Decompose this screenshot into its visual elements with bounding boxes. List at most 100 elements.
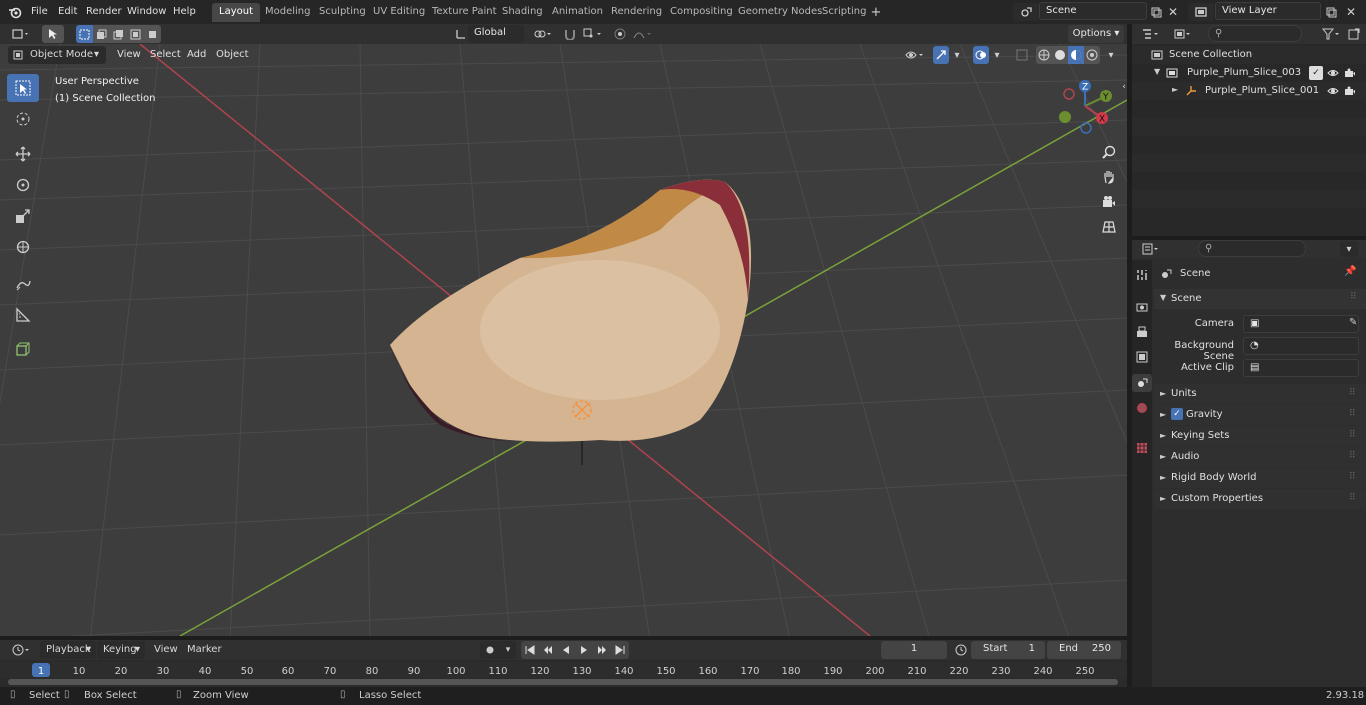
gizmo-dropdown-icon[interactable]: ▾ xyxy=(950,46,964,64)
keying-dropdown[interactable]: Keying ▾ xyxy=(97,641,145,659)
units-panel-header[interactable]: Units xyxy=(1171,388,1197,399)
gizmo-toggle-icon[interactable] xyxy=(933,46,949,64)
preview-range-icon[interactable] xyxy=(952,641,970,659)
auto-key-record-icon[interactable] xyxy=(480,641,500,659)
output-tab-icon[interactable] xyxy=(1134,324,1150,340)
camera-view-icon[interactable] xyxy=(1099,192,1119,212)
drag-handle-icon[interactable]: ⠿ xyxy=(1349,451,1356,461)
menu-help[interactable]: Help xyxy=(173,0,196,24)
shading-material-icon[interactable] xyxy=(1068,46,1084,64)
navigation-gizmo[interactable]: Z Y X xyxy=(1055,76,1115,136)
move-tool-icon[interactable] xyxy=(7,140,39,168)
menu-file[interactable]: File xyxy=(31,0,48,24)
menu-render[interactable]: Render xyxy=(86,0,122,24)
copy-scene-icon[interactable] xyxy=(1148,3,1164,21)
select-box-tool-icon[interactable] xyxy=(7,74,39,102)
expand-arrow-icon[interactable]: ► xyxy=(1160,410,1166,419)
tab-sculpting[interactable]: Sculpting xyxy=(312,3,373,22)
camera-field[interactable]: ▣ xyxy=(1243,315,1359,333)
copy-view-layer-icon[interactable] xyxy=(1323,3,1339,21)
tab-animation[interactable]: Animation xyxy=(545,3,610,22)
tool-tab-icon[interactable] xyxy=(1134,267,1150,283)
shading-wireframe-icon[interactable] xyxy=(1036,46,1052,64)
expand-arrow-icon[interactable]: ► xyxy=(1160,452,1166,461)
expand-arrow-icon[interactable]: ► xyxy=(1160,389,1166,398)
drag-handle-icon[interactable]: ⠿ xyxy=(1350,292,1357,302)
proportional-edit-icon[interactable] xyxy=(612,25,628,43)
camera-icon[interactable] xyxy=(1343,83,1357,99)
transform-tool-icon[interactable] xyxy=(7,233,39,261)
active-clip-field[interactable]: ▤ xyxy=(1243,359,1359,377)
overlays-dropdown-icon[interactable]: ▾ xyxy=(990,46,1004,64)
3d-viewport[interactable] xyxy=(0,44,1127,636)
drag-handle-icon[interactable]: ⠿ xyxy=(1349,493,1356,503)
falloff-icon[interactable] xyxy=(630,25,656,43)
scale-tool-icon[interactable] xyxy=(7,202,39,230)
measure-tool-icon[interactable] xyxy=(7,301,39,329)
eye-icon[interactable] xyxy=(1326,83,1340,99)
timeline-editor-type-icon[interactable] xyxy=(8,641,34,659)
keying-sets-panel-header[interactable]: Keying Sets xyxy=(1171,430,1229,441)
properties-options-icon[interactable]: ▾ xyxy=(1340,241,1358,257)
shading-solid-icon[interactable] xyxy=(1052,46,1068,64)
menu-edit[interactable]: Edit xyxy=(58,0,77,24)
expand-arrow-icon[interactable]: ► xyxy=(1172,85,1178,94)
expand-arrow-icon[interactable]: ► xyxy=(1160,431,1166,440)
viewport-menu-add[interactable]: Add xyxy=(187,47,206,63)
tab-rendering[interactable]: Rendering xyxy=(604,3,669,22)
options-dropdown[interactable]: Options ▾ xyxy=(1068,25,1124,43)
expand-arrow-icon[interactable]: ► xyxy=(1160,494,1166,503)
view-layer-field[interactable]: View Layer xyxy=(1215,2,1321,20)
rigid-body-world-panel-header[interactable]: Rigid Body World xyxy=(1171,472,1256,483)
mode-new-icon[interactable] xyxy=(76,25,93,43)
mode-intersect-icon[interactable] xyxy=(144,25,161,43)
outliner-item-object[interactable]: Purple_Plum_Slice_001 xyxy=(1205,85,1319,96)
mode-extend-icon[interactable] xyxy=(93,25,110,43)
drag-handle-icon[interactable]: ⠿ xyxy=(1349,472,1356,482)
perspective-toggle-icon[interactable] xyxy=(1099,217,1119,237)
next-keyframe-icon[interactable] xyxy=(593,641,611,659)
filter-icon[interactable] xyxy=(1318,25,1344,43)
tab-uv-editing[interactable]: UV Editing xyxy=(366,3,432,22)
expand-arrow-icon[interactable]: ► xyxy=(1160,473,1166,482)
view-layer-selector-icon[interactable] xyxy=(1188,3,1214,21)
viewport-menu-select[interactable]: Select xyxy=(150,47,181,63)
properties-editor-type-icon[interactable] xyxy=(1138,241,1164,257)
world-tab-icon[interactable] xyxy=(1134,400,1150,416)
object-mode-dropdown[interactable]: Object Mode ▾ xyxy=(8,46,106,64)
menu-window[interactable]: Window xyxy=(127,0,166,24)
scene-tab-icon[interactable] xyxy=(1132,374,1152,392)
drag-handle-icon[interactable]: ⠿ xyxy=(1349,430,1356,440)
expand-arrow-icon[interactable]: ▼ xyxy=(1160,293,1166,302)
viewport-menu-view[interactable]: View xyxy=(117,47,141,63)
tab-scripting[interactable]: Scripting xyxy=(815,3,873,22)
expand-arrow-icon[interactable]: ▼ xyxy=(1154,67,1160,76)
scene-collection-label[interactable]: Scene Collection xyxy=(1169,49,1252,60)
delete-view-layer-icon[interactable]: ✕ xyxy=(1344,3,1358,21)
jump-start-icon[interactable] xyxy=(521,641,539,659)
pivot-point-icon[interactable] xyxy=(530,25,556,43)
overlays-toggle-icon[interactable] xyxy=(973,46,989,64)
timeline-menu-view[interactable]: View xyxy=(154,644,178,655)
snap-target-icon[interactable] xyxy=(580,25,606,43)
exclude-checkbox[interactable]: ✓ xyxy=(1309,66,1323,80)
shading-rendered-icon[interactable] xyxy=(1084,46,1100,64)
tab-modeling[interactable]: Modeling xyxy=(258,3,318,22)
tab-shading[interactable]: Shading xyxy=(495,3,550,22)
eyedropper-icon[interactable]: ✎ xyxy=(1349,317,1357,328)
rotate-tool-icon[interactable] xyxy=(7,171,39,199)
cursor-tool-icon[interactable] xyxy=(7,105,39,133)
audio-panel-header[interactable]: Audio xyxy=(1171,451,1199,462)
add-cube-tool-icon[interactable] xyxy=(7,335,39,363)
zoom-view-icon[interactable] xyxy=(1099,142,1119,162)
tab-compositing[interactable]: Compositing xyxy=(663,3,740,22)
start-frame-field[interactable]: Start 1 xyxy=(971,641,1045,659)
annotate-tool-icon[interactable] xyxy=(7,270,39,298)
texture-tab-icon[interactable] xyxy=(1134,440,1150,456)
pan-view-icon[interactable] xyxy=(1099,167,1119,187)
prev-keyframe-icon[interactable] xyxy=(539,641,557,659)
gravity-panel-header[interactable]: Gravity xyxy=(1186,409,1223,420)
drag-handle-icon[interactable]: ⠿ xyxy=(1349,388,1356,398)
playback-dropdown[interactable]: Playback ▾ xyxy=(40,641,96,659)
display-mode-icon[interactable] xyxy=(1170,25,1196,43)
